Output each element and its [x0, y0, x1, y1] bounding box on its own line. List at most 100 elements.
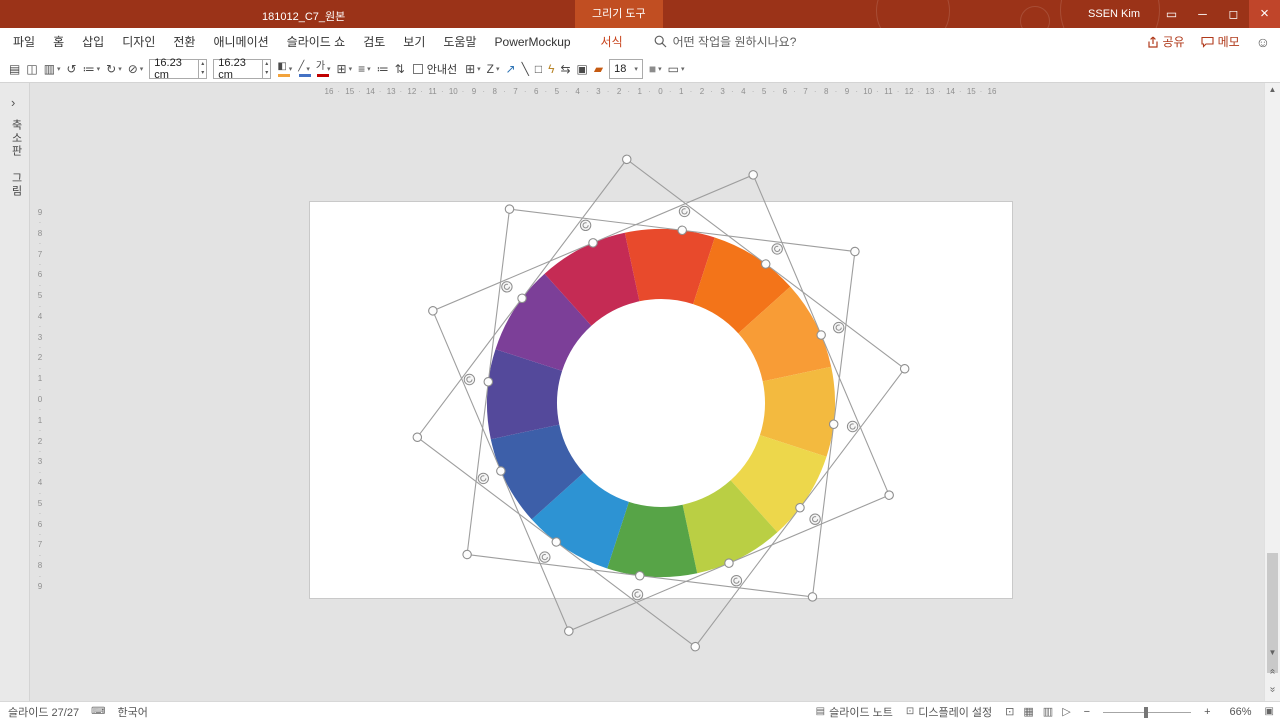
notes-toggle-button[interactable]: ▤ 슬라이드 노트: [816, 704, 893, 720]
reading-view-button[interactable]: ▥: [1043, 705, 1053, 718]
checkbox-icon[interactable]: [412, 63, 423, 74]
draw-table-button[interactable]: ⊞ ▾: [335, 57, 355, 81]
zoom-slider-thumb[interactable]: [1143, 706, 1148, 718]
picture-button[interactable]: ▣: [575, 57, 590, 81]
previous-slide-button[interactable]: «: [1267, 664, 1278, 679]
spin-up-icon[interactable]: ▴: [199, 60, 206, 69]
font-size-combo[interactable]: 18 ▾: [609, 58, 643, 79]
menu-tab[interactable]: 삽입: [73, 33, 113, 50]
section-button[interactable]: ≔ ▾: [81, 57, 103, 81]
thumbnails-pane-collapsed[interactable]: › 축소판 그림: [0, 83, 30, 701]
menu-tab[interactable]: 홈: [44, 33, 73, 50]
spin-down-icon[interactable]: ▾: [199, 69, 206, 78]
paste-button[interactable]: ▤: [7, 57, 22, 81]
menu-tab-format[interactable]: 서식: [592, 33, 632, 50]
dropdown-caret-icon[interactable]: ▾: [289, 65, 293, 73]
comments-button[interactable]: 메모: [1201, 33, 1240, 50]
shape-fill-button[interactable]: ◧ ▾: [275, 57, 294, 81]
align-button[interactable]: ≡ ▾: [356, 57, 373, 81]
normal-view-button[interactable]: ⊡: [1005, 705, 1014, 718]
menu-tab[interactable]: 슬라이드 쇼: [278, 33, 355, 50]
minimize-button[interactable]: ─: [1187, 0, 1218, 28]
slide-sorter-view-button[interactable]: ▦: [1023, 705, 1033, 718]
feedback-smiley-button[interactable]: ☺: [1256, 34, 1270, 50]
contextual-tab-drawing-tools[interactable]: 그리기 도구: [575, 0, 663, 28]
selection-handle[interactable]: [689, 641, 701, 653]
selection-handle[interactable]: [748, 169, 759, 180]
shape-width-spinner[interactable]: 16.23 cm ▴ ▾: [213, 57, 272, 81]
selection-handle[interactable]: [621, 153, 633, 165]
dropdown-caret-icon[interactable]: ▾: [306, 65, 310, 73]
menu-tab[interactable]: 검토: [354, 33, 394, 50]
connector-button[interactable]: ↗: [504, 57, 518, 81]
menu-tab[interactable]: 파일: [4, 33, 44, 50]
menu-tab[interactable]: 전환: [164, 33, 204, 50]
language-indicator[interactable]: 한국어: [118, 704, 148, 720]
menu-tab[interactable]: 디자인: [113, 33, 164, 50]
menu-tab[interactable]: 보기: [394, 33, 434, 50]
ruler-mark: 8: [37, 561, 43, 571]
menu-tab[interactable]: 애니메이션: [204, 33, 277, 50]
eyedropper-button[interactable]: ╲: [520, 57, 531, 81]
dropdown-caret-icon[interactable]: ▾: [97, 65, 101, 73]
dropdown-caret-icon[interactable]: ▾: [477, 65, 481, 73]
guides-checkbox[interactable]: 안내선: [412, 61, 457, 77]
bullets-button[interactable]: ≔: [375, 57, 391, 81]
brush-button[interactable]: ▰: [592, 57, 605, 81]
layout-button[interactable]: ▥ ▾: [42, 57, 63, 81]
spin-up-icon[interactable]: ▴: [263, 60, 270, 69]
dropdown-caret-icon[interactable]: ▾: [57, 65, 61, 73]
rectangle-button[interactable]: □: [533, 57, 544, 81]
zoom-slider[interactable]: [1103, 706, 1192, 718]
tell-me-search[interactable]: 어떤 작업을 원하시나요?: [654, 33, 796, 50]
ink-pen-button[interactable]: Z ▾: [485, 57, 502, 81]
spin-down-icon[interactable]: ▾: [263, 69, 270, 78]
slideshow-view-button[interactable]: ▷: [1062, 705, 1070, 718]
new-slide-button[interactable]: ◫: [24, 57, 39, 81]
distribute-button[interactable]: ⇆: [558, 57, 572, 81]
menu-tab[interactable]: 도움말: [434, 33, 485, 50]
horizontal-ruler[interactable]: 16 · 15 · 14 · 13 · 12 · 11 · 10 · 9 · 8 · 7 · 6 · 5 · 4 · 3 · 2 · 1 · 0…: [310, 85, 1012, 99]
shape-outline-button[interactable]: ╱ ▾: [296, 57, 312, 81]
fit-to-window-icon[interactable]: ▣: [1265, 706, 1274, 717]
sort-button[interactable]: ⇅: [393, 57, 407, 81]
char-border-button[interactable]: ▭ ▾: [666, 57, 687, 81]
scroll-up-icon[interactable]: ▲: [1265, 85, 1280, 94]
next-slide-button[interactable]: »: [1267, 682, 1278, 697]
ribbon-display-options-icon[interactable]: ▭: [1156, 0, 1187, 28]
dropdown-caret-icon[interactable]: ▾: [634, 65, 638, 73]
user-account[interactable]: SSEN Kim: [1088, 8, 1140, 20]
zoom-out-button[interactable]: −: [1084, 706, 1090, 718]
slide[interactable]: [310, 202, 1012, 598]
share-button[interactable]: 공유: [1147, 33, 1185, 50]
selection-handle[interactable]: [563, 626, 574, 637]
zoom-in-button[interactable]: +: [1204, 706, 1210, 718]
expand-pane-chevron-icon[interactable]: ›: [11, 95, 15, 110]
dropdown-caret-icon[interactable]: ▾: [118, 65, 122, 73]
vertical-ruler[interactable]: 9 · 8 · 7 · 6 · 5 · 4 · 3 · 2 · 1 · 0 · 1 · 2 · 3 · 4 · 5 · 6 · 7 · 8 · 9: [32, 202, 48, 598]
menu-tab[interactable]: PowerMockup: [486, 35, 580, 49]
shape-ellipse-button[interactable]: ⊘ ▾: [126, 57, 146, 81]
dropdown-caret-icon[interactable]: ▾: [349, 65, 353, 73]
zoom-percentage[interactable]: 66%: [1224, 706, 1252, 718]
vertical-scrollbar[interactable]: ▲ ▼ « »: [1264, 83, 1280, 701]
dropdown-caret-icon[interactable]: ▾: [658, 65, 662, 73]
lightning-button[interactable]: ϟ: [546, 57, 556, 81]
rotate-button[interactable]: ↻ ▾: [104, 57, 124, 81]
dropdown-caret-icon[interactable]: ▾: [327, 65, 331, 73]
grid-button[interactable]: ⊞ ▾: [463, 57, 483, 81]
dropdown-caret-icon[interactable]: ▾: [496, 65, 500, 73]
dropdown-caret-icon[interactable]: ▾: [681, 65, 685, 73]
font-color-button[interactable]: 가 ▾: [314, 57, 333, 81]
reset-button[interactable]: ↺: [65, 57, 79, 81]
shape-height-spinner[interactable]: 16.23 cm ▴ ▾: [149, 57, 208, 81]
slide-number-indicator[interactable]: 슬라이드 27/27: [8, 704, 79, 720]
maximize-button[interactable]: ◻: [1218, 0, 1249, 28]
display-settings-button[interactable]: ⊡ 디스플레이 설정: [906, 704, 992, 720]
dropdown-caret-icon[interactable]: ▾: [140, 65, 144, 73]
spell-check-icon[interactable]: ⌨: [91, 706, 105, 717]
close-button[interactable]: ×: [1249, 0, 1280, 28]
scroll-down-icon[interactable]: ▼: [1265, 648, 1280, 657]
shape-style-button[interactable]: ■ ▾: [647, 57, 664, 81]
dropdown-caret-icon[interactable]: ▾: [367, 65, 371, 73]
